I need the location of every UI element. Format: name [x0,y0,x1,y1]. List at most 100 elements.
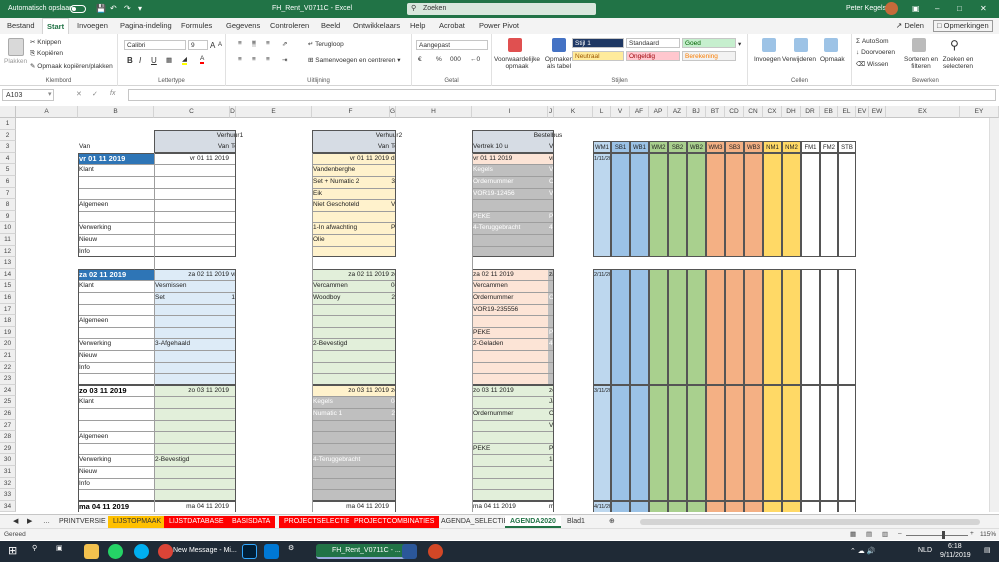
agenda-slot[interactable] [744,384,763,501]
format-as-table-icon[interactable] [552,38,566,52]
notification-tray-icons[interactable]: ⌃ ☁ 🔊 [850,547,875,555]
outlook-icon[interactable] [264,544,279,559]
ribbon-display-icon[interactable]: ▣ [912,4,920,13]
vertical-scrollbar[interactable] [989,118,999,512]
align-top-icon[interactable]: ≡ [238,40,242,47]
agenda-slot[interactable] [763,268,782,385]
formula-input[interactable] [128,89,996,101]
agenda-header[interactable]: SB2 [668,141,687,153]
page-layout-icon[interactable]: ▤ [866,530,872,538]
currency-button[interactable]: € [418,56,422,63]
agenda-slot[interactable] [706,152,725,258]
agenda-slot[interactable] [611,152,630,258]
agenda-slot[interactable] [782,268,801,385]
row-header[interactable]: 11 [0,234,16,246]
zoom-out-icon[interactable]: – [898,530,902,537]
style-berekening[interactable]: Berekening [682,51,736,61]
row-header[interactable]: 7 [0,187,16,200]
agenda-slot[interactable] [725,268,744,385]
row-header[interactable]: 9 [0,210,16,223]
agenda-slot[interactable] [763,384,782,501]
agenda-slot[interactable] [668,268,687,385]
row-header[interactable]: 6 [0,176,16,188]
agenda-slot[interactable] [706,500,725,512]
wrap-text-button[interactable]: ↵ Terugloop [308,40,344,48]
agenda-slot[interactable] [744,152,763,258]
find-icon[interactable]: ⚲ [950,38,959,52]
agenda-slot[interactable] [725,152,744,258]
agenda-header[interactable]: WB1 [630,141,649,153]
sheet-tab-printversie[interactable]: PRINTVERSIE [54,516,111,528]
font-color-icon[interactable]: A [200,55,205,64]
row-header[interactable]: 23 [0,373,16,385]
quick-access-more-icon[interactable]: ▾ [138,4,142,13]
number-format-select[interactable]: Aangepast [416,40,488,50]
tab-ontwikkelaars[interactable]: Ontwikkelaars [353,21,400,30]
tab-gegevens[interactable]: Gegevens [226,21,260,30]
agenda-slot[interactable] [820,384,838,501]
task-view-icon[interactable]: ▣ [56,544,71,559]
agenda-header[interactable]: WB3 [744,141,763,153]
row-header[interactable]: 3 [0,141,16,153]
agenda-slot[interactable] [820,152,838,258]
agenda-slot[interactable] [611,384,630,501]
column-header[interactable]: BJ [687,106,706,118]
agenda-slot[interactable] [706,384,725,501]
column-header[interactable]: V [611,106,630,118]
avatar[interactable] [885,2,898,15]
sheet-tab-lijstopmaak[interactable]: LIJSTOPMAAK [108,516,167,528]
clear-button[interactable]: ⌫ Wissen [856,60,888,68]
zoom-slider[interactable] [906,535,968,536]
tab-invoegen[interactable]: Invoegen [77,21,108,30]
agenda-slot[interactable] [744,268,763,385]
column-header[interactable]: EV [856,106,869,118]
explorer-icon[interactable] [84,544,99,559]
row-header[interactable]: 32 [0,477,16,490]
thousands-button[interactable]: 000 [450,56,461,63]
column-header[interactable]: EW [869,106,886,118]
row-header[interactable]: 20 [0,338,16,350]
font-size-select[interactable]: 9 [188,40,208,50]
align-left-icon[interactable]: ≡ [238,56,242,63]
align-center-icon[interactable]: ≡ [252,56,256,63]
input-language[interactable]: NLD [918,547,932,554]
column-header[interactable]: F [312,106,390,118]
row-header[interactable]: 24 [0,384,16,397]
borders-icon[interactable]: ▦ [166,56,172,64]
word-icon[interactable] [402,544,417,559]
agenda-slot[interactable] [687,268,706,385]
agenda-slot[interactable] [668,500,687,512]
clock-time[interactable]: 6:18 [948,543,962,550]
search-box[interactable]: ⚲ Zoeken [407,3,596,15]
style-stijl1[interactable]: Stijl 1 [572,38,624,48]
cancel-icon[interactable]: ✕ [76,90,82,98]
row-header[interactable]: 5 [0,164,16,176]
column-header[interactable]: DH [782,106,801,118]
conditional-format-button[interactable]: Voorwaardelijke opmaak [494,56,540,70]
agenda-slot[interactable] [801,500,820,512]
column-header[interactable]: H [396,106,472,118]
tab-power-pivot[interactable]: Power Pivot [479,21,519,30]
paste-button[interactable]: Plakken [4,58,27,65]
column-header[interactable]: CD [725,106,744,118]
bold-button[interactable]: B [127,56,133,65]
redo-icon[interactable]: ↷ [124,4,131,13]
align-middle-icon[interactable]: ≡ [252,40,256,47]
orientation-icon[interactable]: ⇗ [282,40,287,48]
row-header[interactable]: 34 [0,500,16,512]
paste-icon[interactable] [8,38,24,56]
save-icon[interactable]: 💾 [96,4,106,13]
windows-start-icon[interactable]: ⊞ [8,544,23,559]
skype-icon[interactable] [134,544,149,559]
new-sheet-icon[interactable]: ⊕ [604,516,620,528]
agenda-slot[interactable] [668,152,687,258]
agenda-header[interactable]: WM2 [649,141,668,153]
column-header[interactable]: A [16,106,78,118]
row-header[interactable]: 13 [0,257,16,269]
column-header[interactable]: I [472,106,548,118]
agenda-slot[interactable] [649,268,668,385]
italic-button[interactable]: I [139,56,141,65]
agenda-slot[interactable] [782,384,801,501]
tab-pagina-indeling[interactable]: Pagina-indeling [120,21,172,30]
agenda-slot[interactable] [630,500,649,512]
